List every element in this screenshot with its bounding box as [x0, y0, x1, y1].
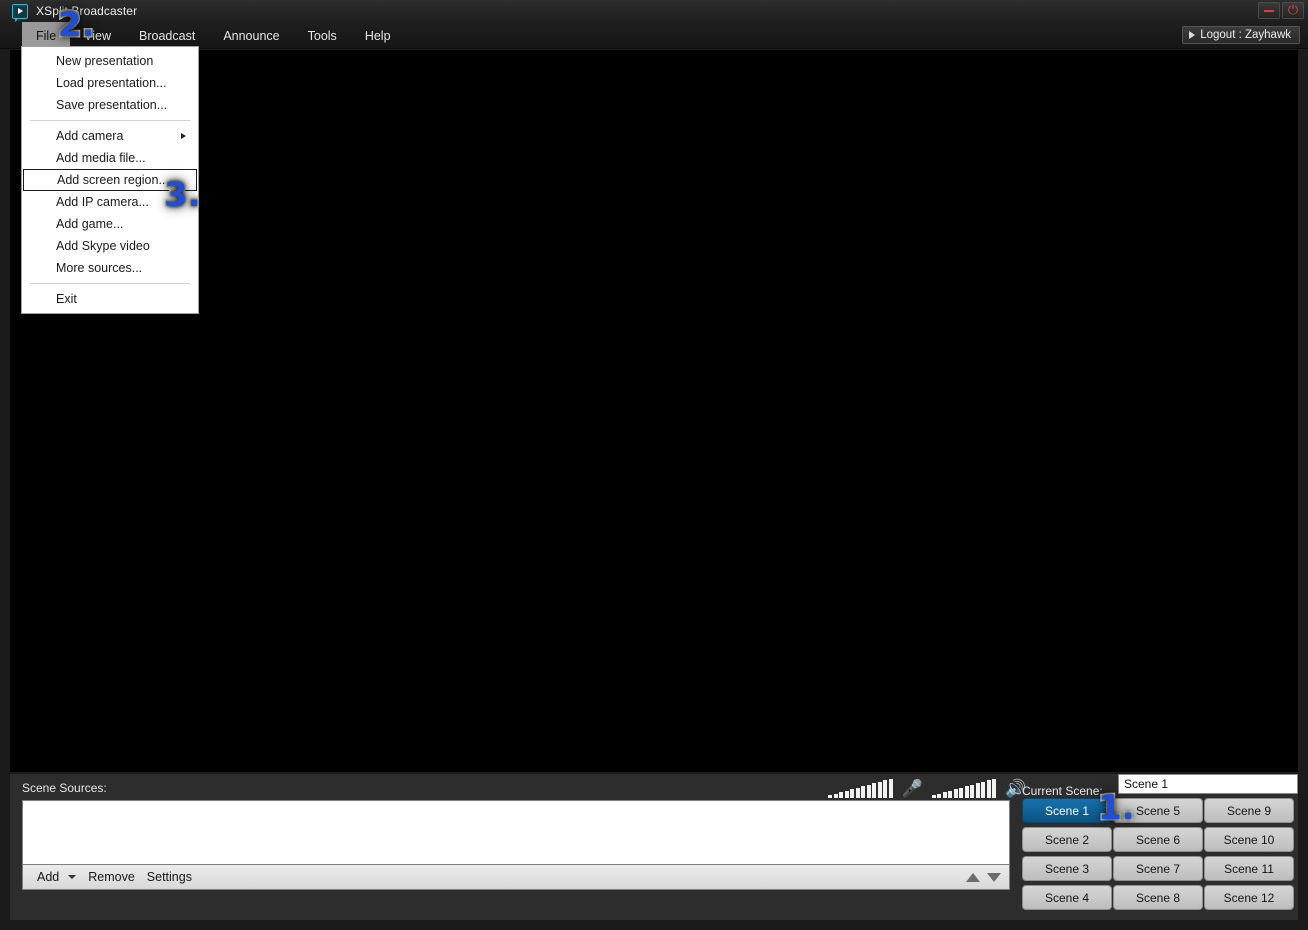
- minimize-button[interactable]: [1258, 2, 1280, 19]
- preview-stage[interactable]: [10, 50, 1298, 772]
- triangle-up-icon[interactable]: [966, 872, 980, 882]
- level-bar: [981, 781, 986, 798]
- file-menu-item-load-presentation[interactable]: Load presentation...: [22, 72, 198, 94]
- file-menu-item-more-sources[interactable]: More sources...: [22, 257, 198, 279]
- triangle-down-icon[interactable]: [987, 872, 1001, 882]
- scene-button-scene-3[interactable]: Scene 3: [1022, 856, 1112, 881]
- current-scene-label: Current Scene:: [1022, 784, 1103, 798]
- annotation-badge-1: 1.: [1097, 788, 1137, 828]
- scene-button-scene-8[interactable]: Scene 8: [1113, 885, 1203, 910]
- menu-separator: [30, 120, 190, 121]
- scene-button-scene-6[interactable]: Scene 6: [1113, 827, 1203, 852]
- level-bar: [872, 783, 876, 798]
- level-bar: [883, 780, 887, 798]
- source-settings-button[interactable]: Settings: [147, 870, 204, 884]
- level-bar: [850, 789, 854, 798]
- microphone-icon[interactable]: 🎤: [899, 781, 926, 798]
- file-menu-item-label: Load presentation...: [56, 76, 167, 90]
- file-menu-item-label: Add IP camera...: [56, 195, 149, 209]
- file-menu-item-save-presentation[interactable]: Save presentation...: [22, 94, 198, 116]
- level-bar: [844, 790, 849, 798]
- file-menu-item-add-skype-video[interactable]: Add Skype video: [22, 235, 198, 257]
- file-menu-item-label: More sources...: [56, 261, 143, 275]
- level-bar: [888, 778, 893, 798]
- power-close-button[interactable]: ⏻: [1282, 2, 1304, 19]
- level-bar: [839, 792, 843, 798]
- file-menu-item-add-camera[interactable]: Add camera: [22, 125, 198, 147]
- menu-announce[interactable]: Announce: [209, 22, 293, 49]
- file-menu-item-exit[interactable]: Exit: [22, 288, 198, 310]
- file-menu-item-add-media-file[interactable]: Add media file...: [22, 147, 198, 169]
- xsplit-broadcaster-window: XSplit Broadcaster ⏻ File View Broadcast An…: [0, 0, 1308, 930]
- add-source-button[interactable]: Add: [37, 870, 88, 884]
- level-bar: [855, 787, 860, 798]
- menu-bar: File View Broadcast Announce Tools Help: [0, 22, 1308, 49]
- level-bar: [833, 793, 838, 798]
- power-icon: ⏻: [1287, 3, 1299, 18]
- scene-button-scene-7[interactable]: Scene 7: [1113, 856, 1203, 881]
- level-bar: [986, 780, 991, 798]
- file-menu-item-label: Add game...: [56, 217, 124, 231]
- menu-tools[interactable]: Tools: [294, 22, 351, 49]
- file-menu-item-label: Exit: [56, 292, 77, 306]
- audio-controls: 🎤 🔊: [828, 774, 1029, 800]
- logout-button[interactable]: Logout : Zayhawk: [1182, 26, 1300, 44]
- file-menu-item-label: New presentation: [56, 54, 154, 68]
- annotation-badge-2: 2.: [57, 5, 97, 45]
- remove-source-label: Remove: [88, 870, 135, 884]
- level-bar: [953, 789, 958, 798]
- menu-separator: [30, 283, 190, 284]
- scene-button-scene-2[interactable]: Scene 2: [1022, 827, 1112, 852]
- add-source-label: Add: [37, 870, 60, 884]
- level-bar: [937, 793, 942, 798]
- level-bar: [948, 790, 953, 798]
- app-play-icon: [12, 3, 28, 22]
- file-menu-item-new-presentation[interactable]: New presentation: [22, 50, 198, 72]
- scene-button-scene-4[interactable]: Scene 4: [1022, 885, 1112, 910]
- file-menu-item-add-game[interactable]: Add game...: [22, 213, 198, 235]
- scene-name-input[interactable]: Scene 1: [1118, 774, 1298, 794]
- level-bar: [877, 781, 882, 798]
- level-bar: [970, 784, 975, 798]
- level-bar: [942, 792, 947, 798]
- file-menu-item-label: Add media file...: [56, 151, 146, 165]
- scene-button-scene-11[interactable]: Scene 11: [1204, 856, 1294, 881]
- file-menu-item-label: Add camera: [56, 129, 124, 143]
- window-controls: ⏻: [1258, 2, 1304, 19]
- scene-sources-label: Scene Sources:: [22, 781, 107, 795]
- speaker-level-slider[interactable]: [931, 778, 997, 798]
- level-bar: [828, 795, 832, 798]
- file-menu-item-label: Add Skype video: [56, 239, 150, 253]
- level-bar: [931, 795, 936, 798]
- annotation-badge-3: 3.: [163, 175, 203, 215]
- title-bar: XSplit Broadcaster ⏻: [0, 0, 1308, 22]
- level-bar: [975, 783, 980, 798]
- level-bar: [959, 787, 964, 798]
- level-bar: [866, 784, 871, 798]
- submenu-arrow-icon: [181, 133, 186, 139]
- scene-button-scene-9[interactable]: Scene 9: [1204, 798, 1294, 823]
- scene-panel: Current Scene: Scene 1 Scene 1 Scene 5 Sce…: [1018, 774, 1298, 920]
- source-order-controls: [966, 872, 1001, 882]
- menu-broadcast[interactable]: Broadcast: [125, 22, 209, 49]
- source-settings-label: Settings: [146, 870, 192, 884]
- remove-source-button[interactable]: Remove: [88, 870, 147, 884]
- logout-label: Logout : Zayhawk: [1200, 29, 1291, 41]
- level-bar: [964, 786, 969, 798]
- scene-button-scene-10[interactable]: Scene 10: [1204, 827, 1294, 852]
- scene-button-scene-12[interactable]: Scene 12: [1204, 885, 1294, 910]
- file-menu-item-label: Save presentation...: [56, 98, 168, 112]
- scene-grid: Scene 1 Scene 5 Scene 9 Scene 2 Scene 6 Scene…: [1022, 798, 1298, 910]
- chevron-down-icon[interactable]: [68, 875, 77, 879]
- level-bar: [861, 786, 865, 798]
- scene-sources-list[interactable]: [22, 800, 1010, 864]
- scene-sources-toolbar: Add Remove Settings: [22, 864, 1010, 890]
- file-menu-item-label: Add screen region...: [57, 173, 169, 187]
- microphone-level-slider[interactable]: [828, 778, 893, 798]
- menu-help[interactable]: Help: [351, 22, 405, 49]
- play-triangle-icon: [1189, 31, 1196, 39]
- level-bar: [992, 778, 997, 798]
